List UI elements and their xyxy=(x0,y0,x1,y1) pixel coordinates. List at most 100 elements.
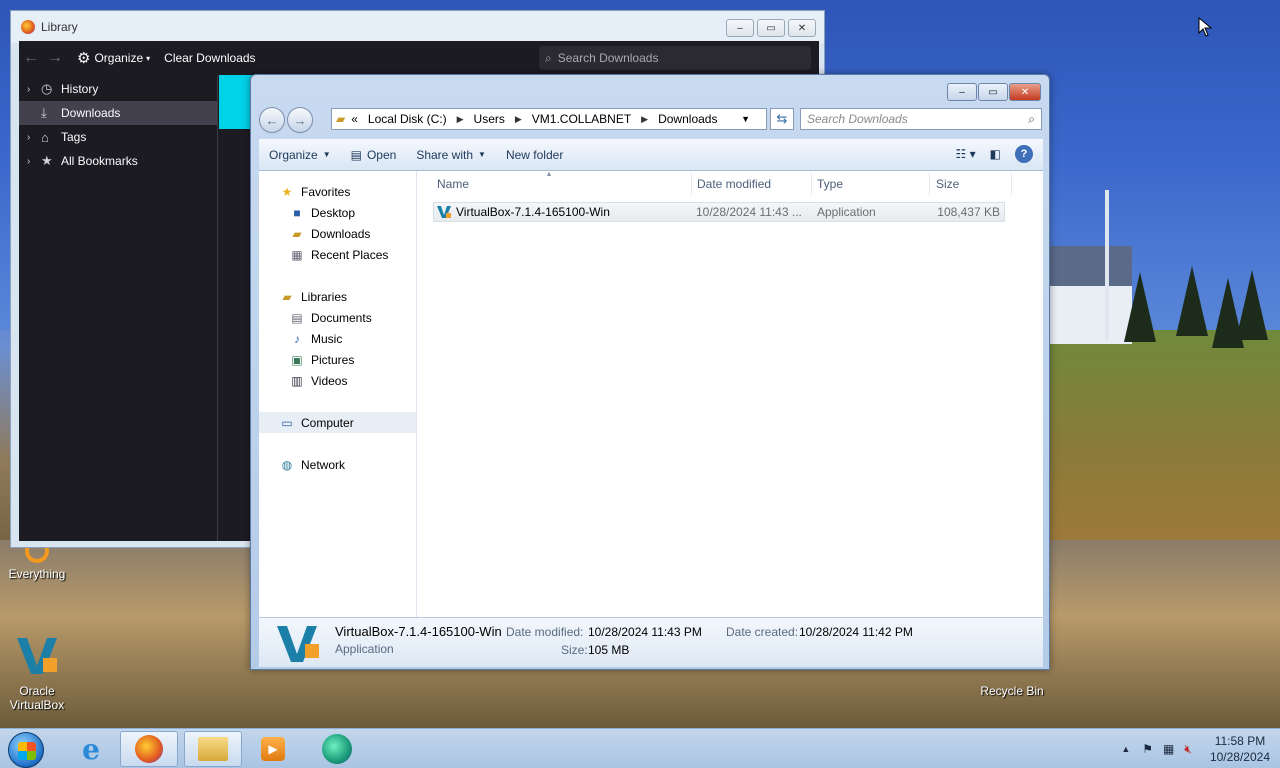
nav-downloads[interactable]: ▰ Downloads xyxy=(259,223,416,244)
nav-label: Libraries xyxy=(301,289,348,304)
breadcrumb-arrow-icon[interactable]: ▶ xyxy=(515,114,522,125)
nav-music[interactable]: ♪ Music xyxy=(259,328,416,349)
media-player-icon: ▶ xyxy=(261,737,285,761)
minimize-button[interactable]: – xyxy=(947,83,977,101)
expand-arrow-icon[interactable]: › xyxy=(27,132,41,143)
sort-arrow-icon: ▴ xyxy=(547,169,552,178)
system-tray: ▲ ⚑ ▦ 🔇︎ 11:58 PM 10/28/2024 xyxy=(1121,729,1270,768)
address-bar[interactable]: ▰ « Local Disk (C:) ▶ Users ▶ VM1.COLLAB… xyxy=(331,108,767,130)
breadcrumb-arrow-icon[interactable]: ▶ xyxy=(457,114,464,125)
column-size[interactable]: Size xyxy=(936,177,959,191)
breadcrumb-local-disk[interactable]: Local Disk (C:) xyxy=(368,112,447,126)
open-button[interactable]: ▤ Open xyxy=(351,148,397,162)
tree-item-label: All Bookmarks xyxy=(61,154,138,168)
nav-label: Network xyxy=(301,457,346,472)
nav-label: Favorites xyxy=(301,184,351,199)
nav-desktop[interactable]: ■ Desktop xyxy=(259,202,416,223)
nav-documents[interactable]: ▤ Documents xyxy=(259,307,416,328)
nav-pictures[interactable]: ▣ Pictures xyxy=(259,349,416,370)
maximize-button[interactable]: ▭ xyxy=(978,83,1008,101)
details-date-created: 10/28/2024 11:42 PM xyxy=(799,625,913,639)
clock[interactable]: 11:58 PM 10/28/2024 xyxy=(1210,733,1270,765)
column-separator xyxy=(1011,173,1012,195)
expand-arrow-icon[interactable]: › xyxy=(27,84,41,95)
show-hidden-icons-icon[interactable]: ▲ xyxy=(1121,744,1130,754)
column-date-modified[interactable]: Date modified xyxy=(697,177,771,191)
back-arrow-icon: ← xyxy=(265,112,279,128)
desktop-icon-virtualbox[interactable]: Oracle VirtualBox xyxy=(0,632,74,712)
forward-arrow-icon[interactable]: → xyxy=(43,49,67,67)
preview-pane-icon[interactable]: ◧ xyxy=(990,147,1001,161)
column-type[interactable]: Type xyxy=(817,177,843,191)
desktop-icon-everything[interactable]: Everything xyxy=(0,539,74,581)
back-arrow-icon[interactable]: ← xyxy=(19,49,43,67)
breadcrumb-downloads[interactable]: Downloads xyxy=(658,112,717,126)
maximize-button[interactable]: ▭ xyxy=(757,19,785,37)
breadcrumb-users[interactable]: Users xyxy=(474,112,505,126)
taskbar: e ▶ ▲ ⚑ ▦ 🔇︎ 11:58 PM 10/28/2024 xyxy=(0,728,1280,768)
tag-icon: ⌂ xyxy=(41,129,49,145)
breadcrumb-user-folder[interactable]: VM1.COLLABNET xyxy=(532,112,631,126)
minimize-button[interactable]: – xyxy=(726,19,754,37)
chevron-down-icon: ▼ xyxy=(322,150,331,159)
back-button[interactable]: ← xyxy=(259,107,285,133)
address-overflow[interactable]: « xyxy=(351,112,358,126)
documents-icon: ▤ xyxy=(291,310,303,325)
taskbar-internet-explorer[interactable]: e xyxy=(62,731,120,767)
virtualbox-icon xyxy=(436,204,452,223)
new-folder-button[interactable]: New folder xyxy=(506,148,563,162)
taskbar-app[interactable] xyxy=(308,731,366,767)
action-center-icon[interactable]: ⚑ xyxy=(1142,742,1153,756)
library-titlebar: Library xyxy=(11,11,824,43)
library-toolbar: ← → ⚙ Organize ▾ Clear Downloads ⌕ Searc… xyxy=(19,41,819,75)
tree-item-tags[interactable]: › ⌂ Tags xyxy=(19,125,217,149)
desktop-icon-recycle-bin[interactable]: Recycle Bin xyxy=(974,684,1050,698)
desktop-icon-label: Oracle VirtualBox xyxy=(9,684,65,712)
close-button[interactable]: ✕ xyxy=(1009,83,1041,101)
details-file-icon xyxy=(275,622,323,667)
clear-downloads-button[interactable]: Clear Downloads xyxy=(164,51,255,65)
tree-item-downloads[interactable]: ⤓ Downloads xyxy=(19,101,217,125)
nav-recent-places[interactable]: ▦ Recent Places xyxy=(259,244,416,265)
file-row[interactable]: VirtualBox-7.1.4-165100-Win 10/28/2024 1… xyxy=(433,202,1005,222)
nav-network[interactable]: ◍ Network xyxy=(259,454,416,475)
breadcrumb-arrow-icon[interactable]: ▶ xyxy=(641,114,648,125)
forward-button[interactable]: → xyxy=(287,107,313,133)
tree-item-history[interactable]: › ◷ History xyxy=(19,77,217,101)
computer-icon: ▭ xyxy=(281,415,293,430)
share-with-button[interactable]: Share with ▼ xyxy=(416,148,486,162)
expand-arrow-icon[interactable]: › xyxy=(27,156,41,167)
explorer-search-input[interactable]: Search Downloads ⌕ xyxy=(800,108,1042,130)
wallpaper-tree xyxy=(1236,270,1268,340)
nav-label: Documents xyxy=(311,310,372,325)
firefox-icon xyxy=(21,20,35,34)
start-button[interactable] xyxy=(8,732,44,768)
desktop-icon: ■ xyxy=(293,205,301,220)
organize-label: Organize xyxy=(94,51,144,65)
column-name[interactable]: Name xyxy=(437,177,469,191)
volume-muted-icon[interactable]: 🔇︎ xyxy=(1184,742,1192,757)
share-with-label: Share with xyxy=(416,147,474,162)
nav-libraries[interactable]: ▰ Libraries xyxy=(259,286,416,307)
refresh-button[interactable]: ⇆ xyxy=(770,108,794,130)
taskbar-explorer[interactable] xyxy=(184,731,242,767)
help-icon[interactable]: ? xyxy=(1015,145,1033,163)
taskbar-media-player[interactable]: ▶ xyxy=(244,731,302,767)
address-dropdown-icon[interactable]: ▼ xyxy=(741,114,750,124)
library-search-input[interactable]: ⌕ Search Downloads xyxy=(539,46,811,70)
refresh-icon: ⇆ xyxy=(776,111,788,126)
organize-button[interactable]: Organize ▼ xyxy=(269,148,331,162)
nav-favorites[interactable]: ★ Favorites xyxy=(259,181,416,202)
nav-label: Pictures xyxy=(311,352,355,367)
nav-videos[interactable]: ▥ Videos xyxy=(259,370,416,391)
internet-explorer-icon: e xyxy=(82,732,100,766)
taskbar-firefox[interactable] xyxy=(120,731,178,767)
organize-menu[interactable]: ⚙ Organize ▾ xyxy=(77,49,150,67)
network-tray-icon[interactable]: ▦ xyxy=(1163,742,1174,756)
nav-computer[interactable]: ▭ Computer xyxy=(259,412,416,433)
close-button[interactable]: ✕ xyxy=(788,19,816,37)
download-item-thumbnail[interactable] xyxy=(219,75,253,129)
details-size-label: Size: xyxy=(561,643,588,657)
view-options-icon[interactable]: ☷ ▾ xyxy=(956,147,976,161)
tree-item-all-bookmarks[interactable]: › ★ All Bookmarks xyxy=(19,149,217,173)
